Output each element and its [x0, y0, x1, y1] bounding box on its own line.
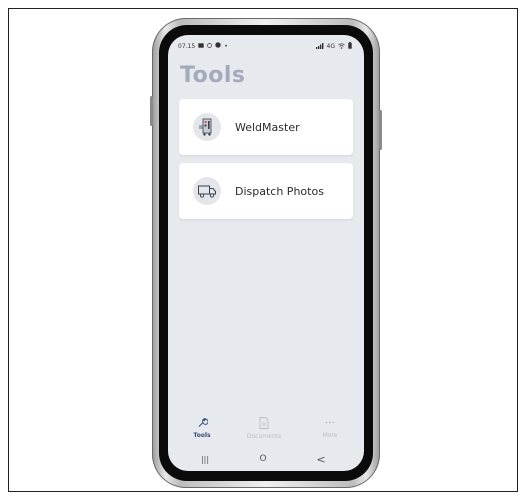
tab-more-label: More [322, 432, 338, 439]
status-left: 07.15 • [178, 42, 228, 50]
more-dots-icon [324, 421, 336, 430]
tool-card-label: Dispatch Photos [235, 184, 324, 198]
phone-bezel: 07.15 • 4G Tools WeldMaster Dispatch Pho… [159, 25, 373, 481]
power-button [379, 110, 382, 150]
document-icon [259, 417, 269, 431]
status-right: 4G [315, 42, 352, 51]
wrench-icon [197, 417, 209, 430]
network-type-text: 4G [326, 43, 335, 50]
bottom-nav: Tools Documents More [168, 413, 364, 447]
tool-card-label: WeldMaster [235, 120, 300, 134]
tab-documents-label: Documents [246, 433, 282, 440]
welding-machine-icon [193, 113, 221, 141]
system-nav-bar: ||| O < [168, 449, 364, 471]
signal-icon [315, 42, 324, 51]
volume-button [150, 96, 153, 126]
status-time: 07.15 [178, 42, 196, 50]
app-screen: 07.15 • 4G Tools WeldMaster Dispatch Pho… [168, 35, 364, 471]
page-title: Tools [180, 63, 246, 88]
more-notifications-dot: • [224, 42, 228, 50]
notification-icon [207, 42, 213, 50]
tab-tools[interactable]: Tools [172, 417, 232, 439]
recents-button[interactable]: ||| [190, 455, 220, 464]
message-icon [198, 42, 204, 50]
home-button[interactable]: O [248, 454, 278, 464]
tab-more[interactable]: More [300, 417, 360, 439]
app-notification-icon [215, 42, 221, 50]
wifi-icon [338, 42, 345, 51]
tool-card-dispatch-photos[interactable]: Dispatch Photos [179, 163, 353, 219]
tab-documents[interactable]: Documents [234, 417, 294, 440]
back-button[interactable]: < [306, 453, 336, 466]
truck-icon [193, 177, 221, 205]
tab-tools-label: Tools [193, 432, 211, 439]
status-bar: 07.15 • 4G [168, 35, 364, 55]
phone-device: 07.15 • 4G Tools WeldMaster Dispatch Pho… [150, 18, 382, 488]
tool-card-weldmaster[interactable]: WeldMaster [179, 99, 353, 155]
battery-icon [348, 42, 352, 51]
